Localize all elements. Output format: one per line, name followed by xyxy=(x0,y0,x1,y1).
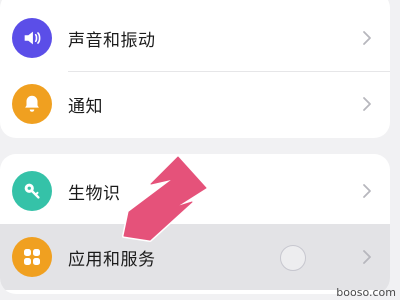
touch-indicator xyxy=(280,245,306,271)
speaker-icon xyxy=(12,18,52,58)
settings-item-label: 应用和服务 xyxy=(68,249,156,270)
settings-item-sound-vibration[interactable]: 声音和振动 xyxy=(0,5,390,71)
settings-group-top: 声音和振动 通知 xyxy=(0,0,390,138)
settings-item-notifications[interactable]: 通知 xyxy=(0,71,390,137)
watermark: booso.com xyxy=(336,286,396,299)
chevron-right-icon xyxy=(363,31,371,45)
apps-grid-icon xyxy=(12,237,52,277)
settings-item-biometrics[interactable]: 生物识 xyxy=(0,158,390,224)
chevron-right-icon xyxy=(363,184,371,198)
chevron-right-icon xyxy=(363,250,371,264)
settings-item-label: 生物识 xyxy=(68,183,121,204)
settings-group-bottom: 生物识 应用和服务 xyxy=(0,154,390,294)
settings-item-apps-services[interactable]: 应用和服务 xyxy=(0,224,390,290)
settings-item-label: 声音和振动 xyxy=(68,30,156,51)
key-icon xyxy=(12,171,52,211)
settings-item-label: 通知 xyxy=(68,96,103,117)
chevron-right-icon xyxy=(363,97,371,111)
bell-icon xyxy=(12,84,52,124)
